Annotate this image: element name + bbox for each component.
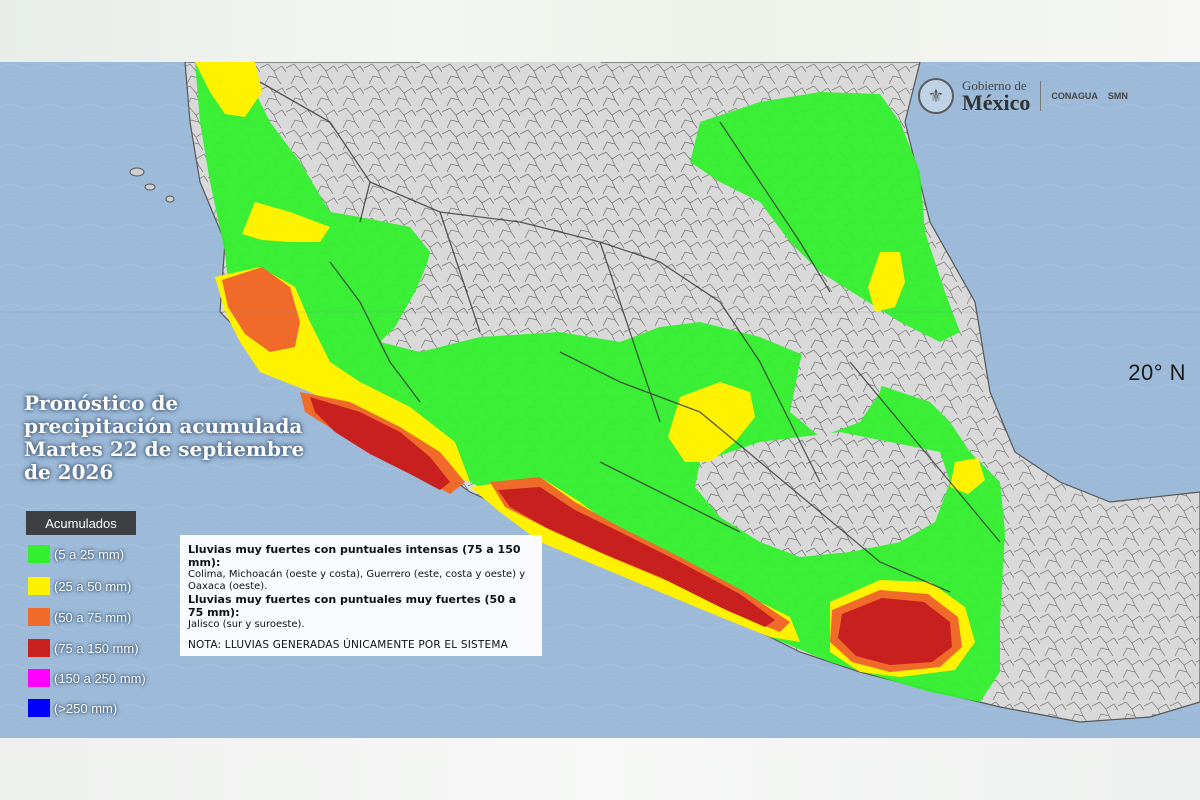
legend-swatch	[28, 608, 50, 626]
island-2	[144, 183, 156, 191]
forecast-note-box: Lluvias muy fuertes con puntuales intens…	[180, 535, 542, 656]
legend-item-75-150: (75 a 150 mm)	[28, 638, 139, 658]
top-blur-band	[0, 0, 1200, 62]
legend-label: (50 a 75 mm)	[54, 609, 132, 625]
legend-label: (75 a 150 mm)	[54, 640, 139, 656]
note-heading-1: Lluvias muy fuertes con puntuales intens…	[188, 543, 521, 569]
island-3	[165, 195, 175, 203]
map-title: Pronóstico de precipitación acumulada Ma…	[24, 392, 344, 484]
legend-swatch	[28, 669, 50, 687]
logo-separator	[1040, 81, 1042, 111]
conagua-logo: CONAGUA	[1051, 91, 1098, 101]
legend-label: (25 a 50 mm)	[54, 578, 132, 594]
legend-item-25-50: (25 a 50 mm)	[28, 576, 131, 596]
note-detail-2: Jalisco (sur y suroeste).	[188, 619, 305, 630]
title-line-3: Martes 22 de septiembre	[24, 437, 305, 461]
smn-logo: SMN	[1107, 91, 1128, 101]
gobierno-big-text: México	[962, 89, 1031, 115]
national-seal-icon: ⚜	[918, 78, 954, 114]
legend-label: (>250 mm)	[54, 700, 118, 716]
gobierno-wordmark: Gobierno de México	[962, 79, 1030, 114]
legend-swatch	[28, 699, 50, 717]
forecast-map-image: 20° N ⚜ Gobierno de México CONAGUA SMN P…	[0, 0, 1200, 800]
bottom-blur-band	[0, 738, 1200, 800]
title-line-1: Pronóstico de	[24, 391, 179, 415]
government-logo: ⚜ Gobierno de México CONAGUA SMN	[918, 74, 1190, 118]
title-line-4: de 2026	[24, 460, 114, 484]
legend-item-150-250: (150 a 250 mm)	[28, 668, 146, 688]
legend-label: (150 a 250 mm)	[54, 670, 146, 686]
note-heading-2: Lluvias muy fuertes con puntuales muy fu…	[188, 593, 517, 619]
latitude-label: 20° N	[1128, 360, 1186, 385]
note-disclaimer: NOTA: LLUVIAS GENERADAS ÚNICAMENTE POR E…	[188, 639, 508, 651]
note-detail-1: Colima, Michoacán (oeste y costa), Guerr…	[188, 569, 526, 592]
legend-header: Acumulados	[26, 511, 136, 535]
legend-swatch	[28, 639, 50, 657]
legend-item-over-250: (>250 mm)	[28, 698, 117, 718]
legend-label: (5 a 25 mm)	[54, 546, 125, 562]
legend-item-50-75: (50 a 75 mm)	[28, 607, 131, 627]
legend-swatch	[28, 545, 50, 563]
title-line-2: precipitación acumulada	[24, 414, 303, 438]
legend-item-5-25: (5 a 25 mm)	[28, 544, 124, 564]
legend-swatch	[28, 577, 50, 595]
island-1	[129, 167, 145, 177]
